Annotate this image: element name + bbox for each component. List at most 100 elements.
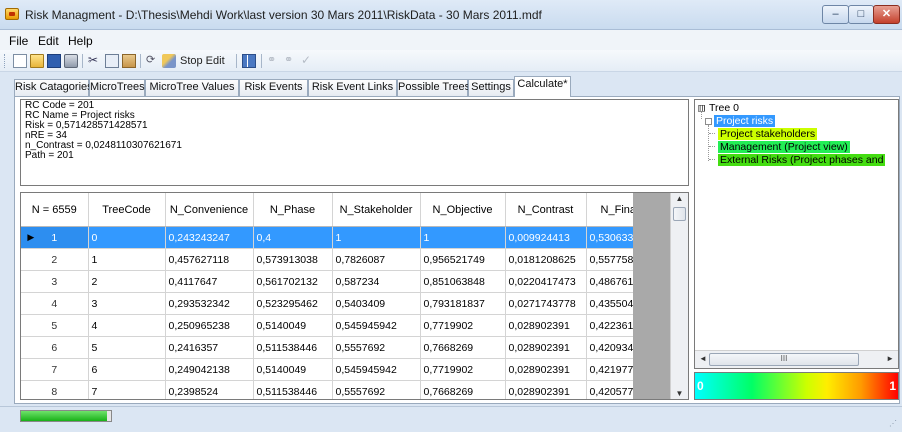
tree-node-project-stakeholders[interactable]: Project stakeholders	[718, 128, 818, 140]
tab-microtree-values[interactable]: MicroTree Values	[145, 79, 239, 96]
table-cell[interactable]: 2	[88, 270, 166, 293]
table-cell[interactable]: 0,5403409	[332, 292, 421, 315]
menu-file[interactable]: File	[9, 34, 28, 48]
grid-vertical-scrollbar[interactable]: ▲ ▼	[670, 193, 688, 399]
table-cell[interactable]: 7	[88, 380, 166, 399]
table-row[interactable]: 5 4 0,250965238 0,5140049 0,545945942 0,77199…	[21, 314, 654, 337]
table-cell[interactable]: 0,243243247	[165, 226, 254, 249]
result-info-box[interactable]: RC Code = 201 RC Name = Project risks Ri…	[20, 99, 689, 186]
table-cell[interactable]: 0,009924413	[505, 226, 587, 249]
table-cell[interactable]: 0,0220417473	[505, 270, 587, 293]
row-header[interactable]: 7	[21, 358, 89, 381]
row-header[interactable]: 8	[21, 380, 89, 399]
table-cell[interactable]: 0,573913038	[253, 248, 333, 271]
scrollbar-thumb[interactable]	[673, 207, 686, 221]
copy-icon[interactable]	[105, 54, 119, 68]
scroll-left-icon[interactable]: ◄	[699, 354, 707, 363]
table-cell[interactable]: 0,0181208625	[505, 248, 587, 271]
tab-microtrees[interactable]: MicroTrees	[89, 79, 145, 96]
table-cell[interactable]: 0,249042138	[165, 358, 254, 381]
table-cell[interactable]: 0,028902391	[505, 380, 587, 399]
toolbar-grip[interactable]	[4, 54, 8, 68]
tab-calculate[interactable]: Calculate*	[514, 76, 571, 97]
tab-possible-trees[interactable]: Possible Trees	[397, 79, 470, 96]
table-cell[interactable]: 0,511538446	[253, 336, 333, 359]
table-cell[interactable]: 0,7826087	[332, 248, 421, 271]
column-header[interactable]: TreeCode	[88, 193, 166, 227]
tree-view[interactable]: III Tree 0 Project risks Project stakeho…	[694, 99, 899, 369]
resize-grip-icon[interactable]: ⋰	[889, 419, 899, 429]
collapse-icon[interactable]	[705, 118, 712, 125]
stop-edit-button[interactable]: Stop Edit	[180, 55, 225, 67]
table-cell[interactable]: 0,545945942	[332, 358, 421, 381]
column-header[interactable]: N_Objective	[420, 193, 506, 227]
table-cell[interactable]: 4	[88, 314, 166, 337]
table-cell[interactable]: 0,587234	[332, 270, 421, 293]
row-header[interactable]: 4	[21, 292, 89, 315]
table-cell[interactable]: 0,028902391	[505, 314, 587, 337]
grid-view-icon[interactable]	[242, 54, 256, 68]
table-cell[interactable]: 0,851063848	[420, 270, 506, 293]
tree-node-project-risks[interactable]: Project risks	[714, 115, 776, 127]
table-cell[interactable]: 0,028902391	[505, 336, 587, 359]
paste-icon[interactable]	[122, 54, 136, 68]
table-cell[interactable]: 3	[88, 292, 166, 315]
table-cell[interactable]: 0,561702132	[253, 270, 333, 293]
table-cell[interactable]: 0,5557692	[332, 380, 421, 399]
row-header[interactable]: 3	[21, 270, 89, 293]
table-cell[interactable]: 0,523295462	[253, 292, 333, 315]
new-file-icon[interactable]	[13, 54, 27, 68]
column-header[interactable]: N_Stakeholder	[332, 193, 421, 227]
table-cell[interactable]: 0,4	[253, 226, 333, 249]
tree-node-external-risks[interactable]: External Risks (Project phases and	[718, 154, 886, 166]
tab-risk-events[interactable]: Risk Events	[239, 79, 308, 96]
table-cell[interactable]: 0,7719902	[420, 314, 506, 337]
tree-node-management[interactable]: Management (Project view)	[718, 141, 850, 153]
minimize-button[interactable]: –	[822, 5, 849, 24]
table-cell[interactable]: 0,457627118	[165, 248, 254, 271]
table-cell[interactable]: 0,5140049	[253, 314, 333, 337]
column-header[interactable]: N_Contrast	[505, 193, 587, 227]
table-cell[interactable]: 0,293532342	[165, 292, 254, 315]
scrollbar-thumb[interactable]: III	[709, 353, 859, 366]
scroll-right-icon[interactable]: ►	[886, 354, 894, 363]
table-cell[interactable]: 0,511538446	[253, 380, 333, 399]
table-cell[interactable]: 0,7719902	[420, 358, 506, 381]
table-row[interactable]: 3 2 0,4117647 0,561702132 0,587234 0,85106384…	[21, 270, 654, 293]
table-cell[interactable]: 1	[88, 248, 166, 271]
tab-risk-catagories[interactable]: Risk Catagories	[14, 79, 93, 96]
results-grid[interactable]: N = 6559 TreeCode N_Convenience N_Phase …	[20, 192, 689, 400]
open-folder-icon[interactable]	[30, 54, 44, 68]
column-header[interactable]: N_Convenience	[165, 193, 254, 227]
table-cell[interactable]: 0,2416357	[165, 336, 254, 359]
table-cell[interactable]: 0,2398524	[165, 380, 254, 399]
maximize-button[interactable]: □	[848, 5, 874, 24]
row-header[interactable]: ▶ 1	[21, 226, 89, 249]
menu-help[interactable]: Help	[68, 34, 93, 48]
save-icon[interactable]	[47, 54, 61, 68]
collapse-icon[interactable]: III	[698, 105, 706, 113]
cut-icon[interactable]: ✂	[88, 54, 102, 68]
stop-edit-icon[interactable]	[162, 54, 176, 68]
table-row[interactable]: 2 1 0,457627118 0,573913038 0,7826087 0,95652…	[21, 248, 654, 271]
table-row[interactable]: 6 5 0,2416357 0,511538446 0,5557692 0,7668269…	[21, 336, 654, 359]
table-cell[interactable]: 0,028902391	[505, 358, 587, 381]
row-header[interactable]: 5	[21, 314, 89, 337]
table-row[interactable]: 4 3 0,293532342 0,523295462 0,5403409 0,79318…	[21, 292, 654, 315]
table-cell[interactable]: 0,956521749	[420, 248, 506, 271]
table-cell[interactable]: 0,0271743778	[505, 292, 587, 315]
tab-risk-event-links[interactable]: Risk Event Links	[308, 79, 397, 96]
print-icon[interactable]	[64, 54, 78, 68]
table-cell[interactable]: 5	[88, 336, 166, 359]
scroll-down-icon[interactable]: ▼	[671, 389, 688, 398]
menu-edit[interactable]: Edit	[38, 34, 59, 48]
table-cell[interactable]: 6	[88, 358, 166, 381]
close-button[interactable]: ✕	[873, 5, 900, 24]
scroll-up-icon[interactable]: ▲	[671, 194, 688, 203]
table-cell[interactable]: 0,250965238	[165, 314, 254, 337]
table-cell[interactable]: 0,545945942	[332, 314, 421, 337]
table-row[interactable]: ▶ 1 0 0,243243247 0,4 1 1 0,009924413 0,5306335	[21, 226, 654, 249]
row-header[interactable]: 2	[21, 248, 89, 271]
table-cell[interactable]: 1	[420, 226, 506, 249]
table-row[interactable]: 7 6 0,249042138 0,5140049 0,545945942 0,77199…	[21, 358, 654, 381]
